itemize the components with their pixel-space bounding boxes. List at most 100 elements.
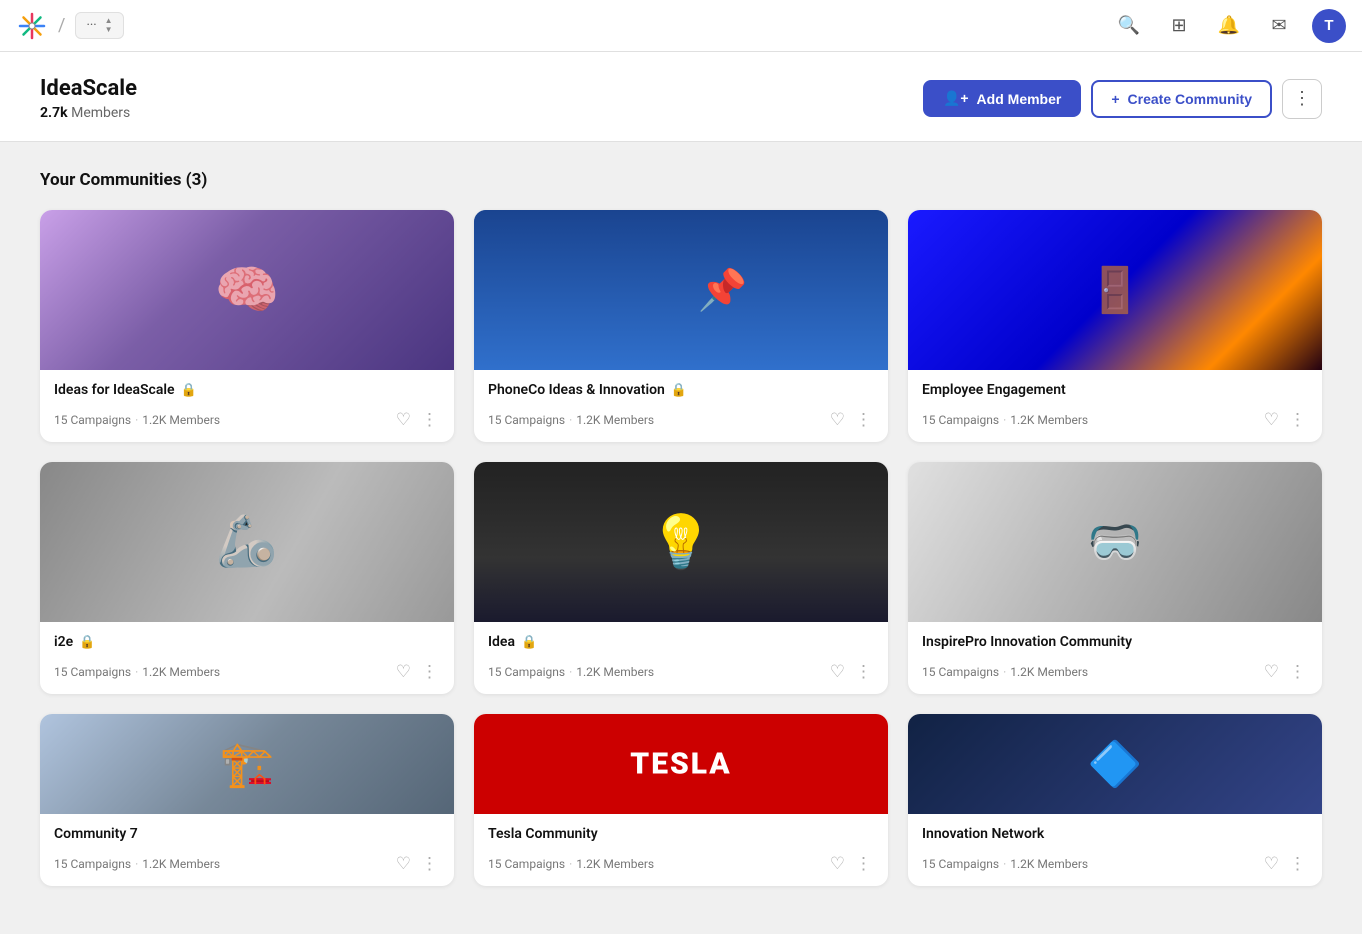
card-image [908,210,1322,370]
card-title-row: InspirePro Innovation Community [922,634,1308,650]
user-avatar[interactable]: T [1312,9,1346,43]
campaigns-count: 15 Campaigns [54,857,131,871]
members-count: 1.2K Members [142,857,220,871]
like-button[interactable]: ♡ [1262,660,1281,684]
card-body: Employee Engagement 15 Campaigns · 1.2K … [908,370,1322,442]
card-meta: 15 Campaigns · 1.2K Members [488,857,654,871]
campaigns-count: 15 Campaigns [488,857,565,871]
community-card[interactable]: PhoneCo Ideas & Innovation 🔒 15 Campaign… [474,210,888,442]
card-meta-row: 15 Campaigns · 1.2K Members ♡ ⋮ [54,408,440,432]
card-image [474,462,888,622]
campaigns-count: 15 Campaigns [922,665,999,679]
like-button[interactable]: ♡ [1262,408,1281,432]
card-title-row: Ideas for IdeaScale 🔒 [54,382,440,398]
community-card[interactable]: Community 7 15 Campaigns · 1.2K Members … [40,714,454,886]
lock-icon: 🔒 [181,383,197,398]
campaigns-count: 15 Campaigns [922,413,999,427]
community-card[interactable]: Employee Engagement 15 Campaigns · 1.2K … [908,210,1322,442]
card-more-button[interactable]: ⋮ [419,852,440,876]
create-community-label: Create Community [1128,91,1252,107]
lock-icon: 🔒 [79,635,95,650]
community-name: Tesla Community [488,826,598,842]
community-name: Community 7 [54,826,138,842]
card-meta: 15 Campaigns · 1.2K Members [54,857,220,871]
mail-icon: ✉ [1271,15,1286,36]
member-count-label: Members [71,105,130,121]
search-icon: 🔍 [1118,15,1140,36]
community-name: Idea [488,634,515,650]
community-card[interactable]: Ideas for IdeaScale 🔒 15 Campaigns · 1.2… [40,210,454,442]
member-count-number: 2.7k [40,105,68,121]
like-button[interactable]: ♡ [394,852,413,876]
card-image [40,210,454,370]
grid-icon: ⊞ [1171,15,1186,36]
community-card[interactable]: Idea 🔒 15 Campaigns · 1.2K Members ♡ ⋮ [474,462,888,694]
header-actions: 👤+ Add Member + Create Community ⋮ [923,79,1322,119]
page-title: IdeaScale [40,76,137,101]
card-more-button[interactable]: ⋮ [853,408,874,432]
members-count: 1.2K Members [576,857,654,871]
top-navigation: / ··· ▲ ▼ 🔍 ⊞ 🔔 ✉ T [0,0,1362,52]
card-actions: ♡ ⋮ [394,408,440,432]
card-more-button[interactable]: ⋮ [853,852,874,876]
like-button[interactable]: ♡ [394,660,413,684]
member-count: 2.7k Members [40,105,137,121]
card-meta-row: 15 Campaigns · 1.2K Members ♡ ⋮ [922,660,1308,684]
members-count: 1.2K Members [576,413,654,427]
mail-button[interactable]: ✉ [1262,9,1296,43]
card-title-row: Community 7 [54,826,440,842]
card-meta-row: 15 Campaigns · 1.2K Members ♡ ⋮ [54,852,440,876]
card-title-row: Tesla Community [488,826,874,842]
avatar-initial: T [1324,17,1333,34]
notifications-button[interactable]: 🔔 [1212,9,1246,43]
card-image [474,210,888,370]
community-name: Employee Engagement [922,382,1066,398]
card-title-row: Employee Engagement [922,382,1308,398]
campaigns-count: 15 Campaigns [922,857,999,871]
search-button[interactable]: 🔍 [1112,9,1146,43]
like-button[interactable]: ♡ [828,408,847,432]
add-member-icon: 👤+ [943,90,969,107]
card-title-row: Innovation Network [922,826,1308,842]
create-community-button[interactable]: + Create Community [1091,80,1272,118]
card-more-button[interactable]: ⋮ [1287,408,1308,432]
separator-dot: · [569,413,572,427]
separator-dot: · [135,857,138,871]
add-member-label: Add Member [977,91,1062,107]
grid-button[interactable]: ⊞ [1162,9,1196,43]
community-card[interactable]: InspirePro Innovation Community 15 Campa… [908,462,1322,694]
like-button[interactable]: ♡ [828,660,847,684]
community-name: i2e [54,634,73,650]
breadcrumb-chevrons: ▲ ▼ [105,17,113,35]
card-more-button[interactable]: ⋮ [1287,852,1308,876]
community-card[interactable]: Tesla Community 15 Campaigns · 1.2K Memb… [474,714,888,886]
card-meta-row: 15 Campaigns · 1.2K Members ♡ ⋮ [922,852,1308,876]
card-actions: ♡ ⋮ [828,660,874,684]
nav-separator: / [58,15,65,36]
card-body: Ideas for IdeaScale 🔒 15 Campaigns · 1.2… [40,370,454,442]
separator-dot: · [135,413,138,427]
card-more-button[interactable]: ⋮ [1287,660,1308,684]
campaigns-count: 15 Campaigns [488,413,565,427]
card-actions: ♡ ⋮ [394,660,440,684]
more-options-button[interactable]: ⋮ [1282,79,1322,119]
community-card[interactable]: Innovation Network 15 Campaigns · 1.2K M… [908,714,1322,886]
community-card[interactable]: i2e 🔒 15 Campaigns · 1.2K Members ♡ ⋮ [40,462,454,694]
like-button[interactable]: ♡ [1262,852,1281,876]
card-body: Innovation Network 15 Campaigns · 1.2K M… [908,814,1322,886]
card-more-button[interactable]: ⋮ [419,660,440,684]
card-more-button[interactable]: ⋮ [853,660,874,684]
bell-icon: 🔔 [1218,15,1240,36]
like-button[interactable]: ♡ [394,408,413,432]
community-name: InspirePro Innovation Community [922,634,1132,650]
campaigns-count: 15 Campaigns [54,665,131,679]
separator-dot: · [569,665,572,679]
breadcrumb[interactable]: ··· ▲ ▼ [75,12,123,40]
add-member-button[interactable]: 👤+ Add Member [923,80,1081,117]
more-options-icon: ⋮ [1293,88,1311,109]
like-button[interactable]: ♡ [828,852,847,876]
logo[interactable] [16,10,48,42]
nav-left: / ··· ▲ ▼ [16,10,124,42]
card-more-button[interactable]: ⋮ [419,408,440,432]
card-image [908,714,1322,814]
